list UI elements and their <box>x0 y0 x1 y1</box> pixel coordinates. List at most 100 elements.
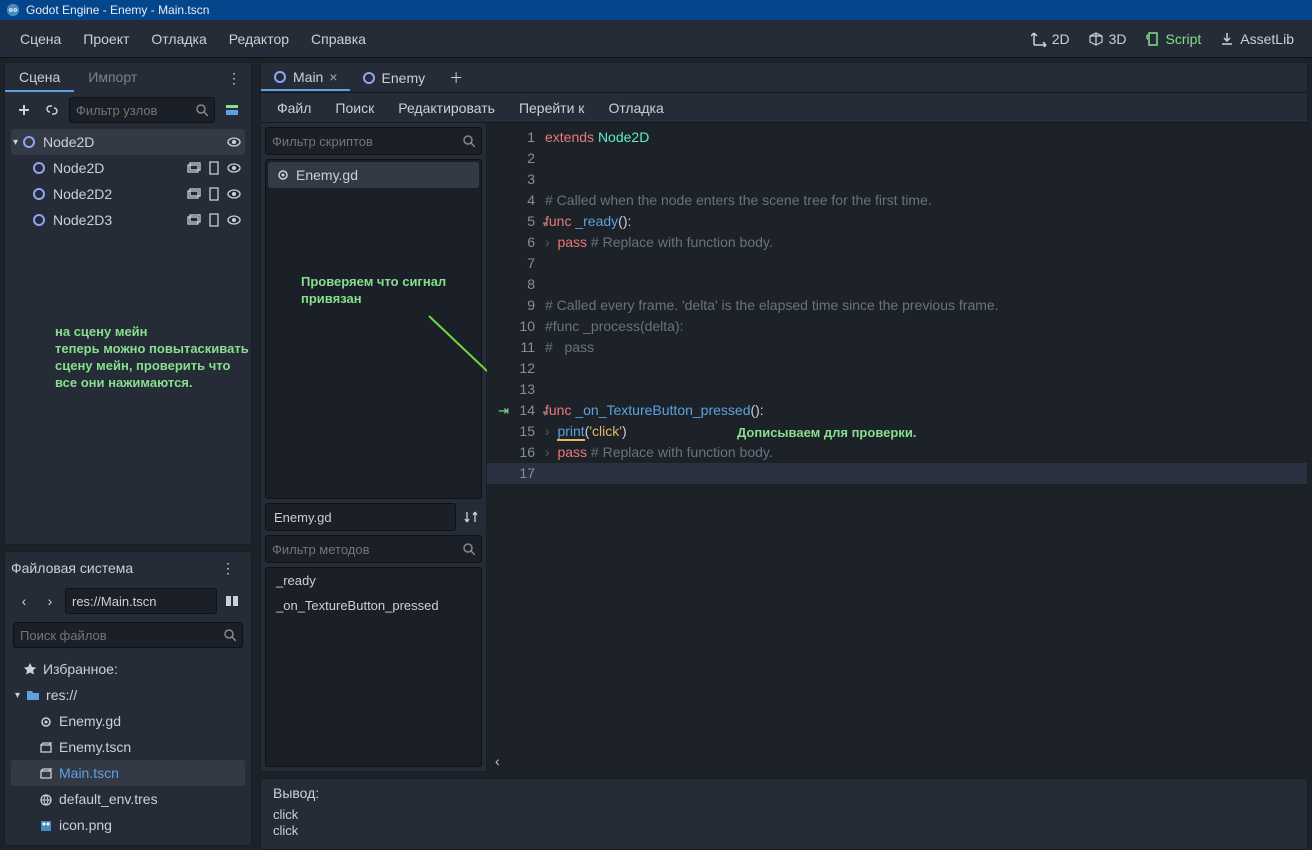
new-tab-button[interactable]: ＋ <box>439 64 473 92</box>
output-line: click <box>273 823 1295 839</box>
script-name-field[interactable]: Enemy.gd <box>265 503 456 531</box>
tree-node[interactable]: Node2D <box>11 155 245 181</box>
2d-icon <box>1031 31 1047 47</box>
search-icon <box>223 628 236 642</box>
visibility-icon[interactable] <box>225 211 243 229</box>
method-item[interactable]: _on_TextureButton_pressed <box>266 593 481 618</box>
visibility-icon[interactable] <box>225 133 243 151</box>
instance-icon[interactable] <box>185 185 203 203</box>
path-field[interactable]: res://Main.tscn <box>65 588 217 614</box>
node2d-icon <box>31 212 47 228</box>
sm-debug[interactable]: Отладка <box>598 96 673 120</box>
script-filter-input[interactable] <box>265 127 482 155</box>
collapse-left-button[interactable]: ‹ <box>495 753 500 769</box>
mode-3d-button[interactable]: 3D <box>1080 26 1135 52</box>
godot-icon <box>6 3 20 17</box>
script-list-item[interactable]: Enemy.gd <box>268 162 479 188</box>
tab-scene[interactable]: Сцена <box>5 64 74 92</box>
file-search-input[interactable] <box>13 622 243 648</box>
search-icon <box>462 542 475 556</box>
sort-button[interactable] <box>460 506 482 528</box>
file-row[interactable]: icon.png <box>11 812 245 838</box>
node2d-icon <box>273 70 287 84</box>
star-icon <box>23 662 37 676</box>
file-icon <box>39 739 53 755</box>
file-row[interactable]: Enemy.gd <box>11 708 245 734</box>
file-icon <box>39 713 53 729</box>
file-row[interactable]: Main.tscn <box>11 760 245 786</box>
fs-menu-button[interactable]: ⋮ <box>211 556 245 581</box>
output-title: Вывод: <box>273 785 1295 801</box>
menu-editor[interactable]: Редактор <box>219 25 299 53</box>
output-line: click <box>273 807 1295 823</box>
window-title: Godot Engine - Enemy - Main.tscn <box>26 3 209 17</box>
method-list: _ready _on_TextureButton_pressed <box>265 567 482 767</box>
nav-back-button[interactable]: ‹ <box>13 590 35 612</box>
instance-icon[interactable] <box>185 159 203 177</box>
file-row[interactable]: default_env.tres <box>11 786 245 812</box>
tree-node[interactable]: Node2D2 <box>11 181 245 207</box>
filesystem-title: Файловая система <box>11 560 133 576</box>
code-editor[interactable]: 1extends Node2D 2 3 4# Called when the n… <box>487 123 1307 771</box>
favorites-row[interactable]: Избранное: <box>11 656 245 682</box>
file-icon <box>39 817 53 833</box>
scene-panel: Сцена Импорт ⋮ ▾ Node2D <box>4 62 252 545</box>
script-editor-panel: Main×Enemy ＋ Файл Поиск Редактировать Пе… <box>260 62 1308 772</box>
link-button[interactable] <box>41 99 63 121</box>
folder-icon <box>26 688 40 702</box>
visibility-icon[interactable] <box>225 159 243 177</box>
mode-2d-button[interactable]: 2D <box>1023 26 1078 52</box>
sm-search[interactable]: Поиск <box>325 96 384 120</box>
menu-project[interactable]: Проект <box>73 25 139 53</box>
tab-import[interactable]: Импорт <box>74 64 151 92</box>
close-tab-button[interactable]: × <box>329 69 337 85</box>
titlebar: Godot Engine - Enemy - Main.tscn <box>0 0 1312 20</box>
file-icon <box>39 791 53 807</box>
sm-file[interactable]: Файл <box>267 96 321 120</box>
script-attached-icon[interactable] <box>205 159 223 177</box>
sm-edit[interactable]: Редактировать <box>388 96 505 120</box>
add-node-button[interactable] <box>13 99 35 121</box>
signal-connected-icon: ⇥ <box>487 400 511 421</box>
menubar: Сцена Проект Отладка Редактор Справка 2D… <box>0 20 1312 58</box>
node2d-icon <box>362 71 376 85</box>
method-filter-input[interactable] <box>265 535 482 563</box>
filesystem-panel: Файловая система ⋮ ‹ › res://Main.tscn И… <box>4 551 252 846</box>
script-tab[interactable]: Enemy <box>350 65 438 91</box>
script-tab[interactable]: Main× <box>261 65 350 91</box>
menu-debug[interactable]: Отладка <box>141 25 216 53</box>
node2d-icon <box>31 160 47 176</box>
tree-node-root[interactable]: ▾ Node2D <box>11 129 245 155</box>
script-attached-icon[interactable] <box>205 185 223 203</box>
mode-assetlib-button[interactable]: AssetLib <box>1211 26 1302 52</box>
filter-nodes-input[interactable] <box>69 97 215 123</box>
tree-node[interactable]: Node2D3 <box>11 207 245 233</box>
instance-icon[interactable] <box>185 211 203 229</box>
nav-forward-button[interactable]: › <box>39 590 61 612</box>
menu-help[interactable]: Справка <box>301 25 376 53</box>
res-root-row[interactable]: ▾ res:// <box>11 682 245 708</box>
mode-script-button[interactable]: Script <box>1137 26 1210 52</box>
search-icon <box>462 134 475 148</box>
menu-scene[interactable]: Сцена <box>10 25 71 53</box>
method-item[interactable]: _ready <box>266 568 481 593</box>
scene-tool-button[interactable] <box>221 99 243 121</box>
search-icon <box>195 103 208 117</box>
script-list: Enemy.gd <box>265 159 482 499</box>
file-icon <box>39 765 53 781</box>
node2d-icon <box>21 134 37 150</box>
file-row[interactable]: Enemy.tscn <box>11 734 245 760</box>
download-icon <box>1219 31 1235 47</box>
script-tabs: Main×Enemy ＋ <box>261 63 1307 93</box>
panel-menu-button[interactable]: ⋮ <box>217 66 251 91</box>
3d-icon <box>1088 31 1104 47</box>
sm-goto[interactable]: Перейти к <box>509 96 595 120</box>
output-panel: Вывод: clickclick <box>260 778 1308 850</box>
node2d-icon <box>31 186 47 202</box>
split-button[interactable] <box>221 590 243 612</box>
scene-tree: ▾ Node2D Node2DNode2D2Node2D3 <box>5 127 251 544</box>
script-attached-icon[interactable] <box>205 211 223 229</box>
script-icon <box>1145 31 1161 47</box>
visibility-icon[interactable] <box>225 185 243 203</box>
gear-icon <box>276 168 290 182</box>
